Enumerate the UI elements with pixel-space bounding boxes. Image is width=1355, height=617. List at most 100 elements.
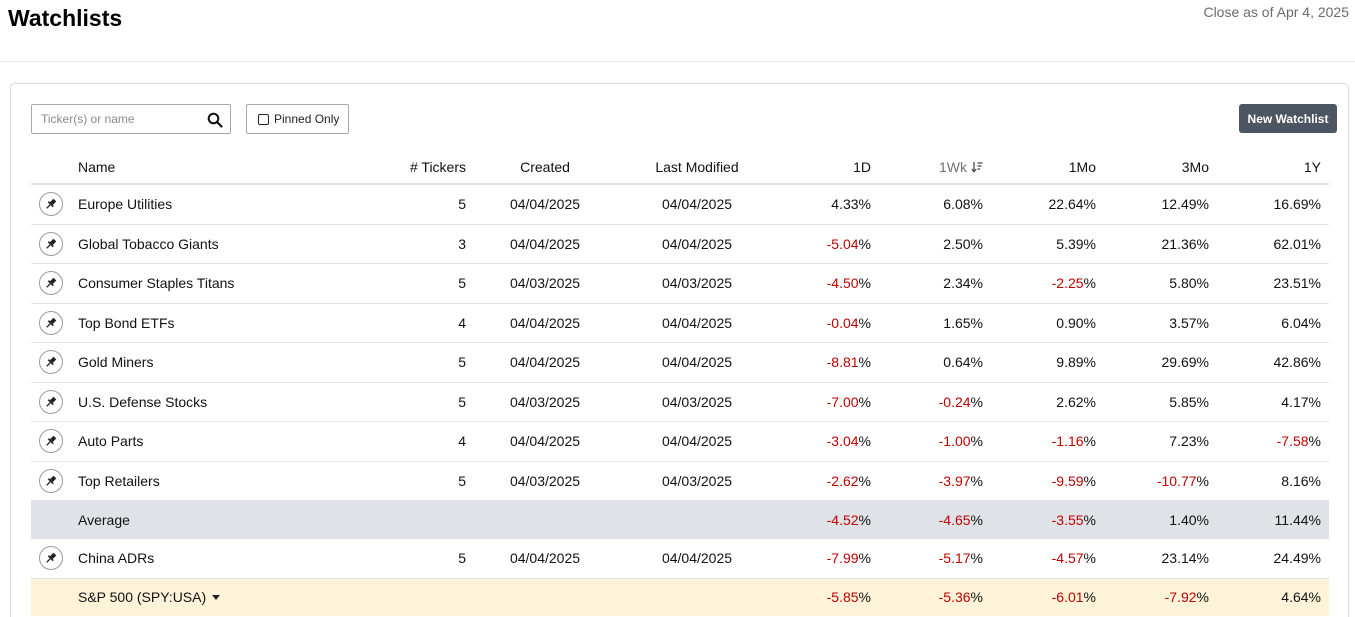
return-3mo-value: -10.77 (1156, 472, 1197, 489)
return-1mo-percent-sign: % (1083, 354, 1096, 371)
return-1y-value: 6.04 (1281, 314, 1309, 331)
sort-descending-icon (971, 161, 983, 173)
search-input[interactable] (32, 105, 202, 133)
pin-button[interactable] (39, 310, 63, 335)
return-1d-percent-sign: % (858, 393, 871, 410)
pin-button[interactable] (39, 350, 63, 375)
return-3mo-value: 5.80 (1169, 275, 1197, 292)
return-3mo-percent-sign: % (1196, 511, 1209, 528)
return-1wk: 2.34% (903, 264, 983, 303)
column-header-1wk-label: 1Wk (939, 158, 967, 175)
watchlist-name[interactable]: Top Bond ETFs (78, 304, 338, 343)
return-1y: 6.04% (1241, 304, 1321, 343)
watchlist-name[interactable]: Auto Parts (78, 422, 338, 461)
watchlists-card: Pinned Only New Watchlist Name # Tickers… (10, 83, 1349, 617)
column-header-1mo[interactable]: 1Mo (1016, 150, 1096, 183)
watchlist-name[interactable]: Global Tobacco Giants (78, 225, 338, 264)
column-header-tickers[interactable]: # Tickers (331, 150, 466, 183)
return-1wk: -5.36% (903, 579, 983, 616)
new-watchlist-button[interactable]: New Watchlist (1239, 104, 1337, 133)
return-1wk-percent-sign: % (970, 354, 983, 371)
return-1wk: -0.24% (903, 383, 983, 422)
table-row[interactable]: Consumer Staples Titans 5 04/03/2025 04/03/… (31, 264, 1329, 304)
pin-button[interactable] (39, 546, 63, 571)
last-modified-date: 04/04/2025 (661, 314, 733, 331)
watchlist-name[interactable]: Consumer Staples Titans (78, 264, 338, 303)
return-3mo-percent-sign: % (1196, 275, 1209, 292)
table-row[interactable]: Top Retailers 5 04/03/2025 04/03/2025 -2.62%… (31, 462, 1329, 501)
watchlists-table: Name # Tickers Created Last Modified 1D … (31, 150, 1329, 616)
return-1y: 11.44% (1241, 501, 1321, 538)
column-header-1d[interactable]: 1D (791, 150, 871, 183)
return-1wk: 6.08% (903, 185, 983, 224)
pin-cell (37, 343, 65, 382)
return-1d-value: -2.62 (826, 472, 859, 489)
return-1mo-value: -9.59 (1051, 472, 1084, 489)
watchlist-name[interactable]: Europe Utilities (78, 185, 338, 224)
watchlist-name[interactable]: U.S. Defense Stocks (78, 383, 338, 422)
pinned-only-toggle[interactable]: Pinned Only (246, 104, 349, 134)
watchlist-name[interactable]: Top Retailers (78, 462, 338, 501)
pin-cell (37, 383, 65, 422)
column-header-name[interactable]: Name (78, 150, 338, 183)
pin-button[interactable] (39, 389, 63, 414)
search-icon[interactable] (207, 112, 223, 128)
return-1wk-percent-sign: % (970, 235, 983, 252)
page-title: Watchlists (8, 5, 123, 31)
watchlist-name[interactable]: Gold Miners (78, 343, 338, 382)
column-header-created[interactable]: Created (491, 150, 599, 183)
return-1wk-value: -5.17 (938, 550, 971, 567)
page-header: Watchlists Close as of Apr 4, 2025 (0, 0, 1355, 62)
table-row[interactable]: Top Bond ETFs 4 04/04/2025 04/04/2025 -0.04%… (31, 304, 1329, 343)
return-1y-percent-sign: % (1308, 235, 1321, 252)
column-header-1wk[interactable]: 1Wk (903, 150, 983, 183)
pin-icon (46, 552, 57, 563)
pin-button[interactable] (39, 271, 63, 296)
table-row[interactable]: Gold Miners 5 04/04/2025 04/04/2025 -8.81% 0.… (31, 343, 1329, 383)
ticker-count: 4 (458, 314, 466, 331)
table-row[interactable]: Auto Parts 4 04/04/2025 04/04/2025 -3.04% -1.… (31, 422, 1329, 462)
return-1wk: -4.65% (903, 501, 983, 538)
pin-button[interactable] (39, 468, 63, 493)
table-row[interactable]: Europe Utilities 5 04/04/2025 04/04/2025 4.3… (31, 185, 1329, 225)
pin-button[interactable] (39, 429, 63, 454)
return-1d-value: -4.52 (826, 511, 859, 528)
return-1y-percent-sign: % (1308, 393, 1321, 410)
watchlist-name[interactable]: China ADRs (78, 539, 338, 578)
pin-button[interactable] (39, 231, 63, 256)
return-1y-value: 8.16 (1281, 472, 1309, 489)
table-row[interactable]: China ADRs 5 04/04/2025 04/04/2025 -7.99% -5.… (31, 539, 1329, 579)
pin-icon (46, 317, 57, 328)
return-1y: 8.16% (1241, 462, 1321, 501)
column-header-last-modified[interactable]: Last Modified (643, 150, 751, 183)
table-row[interactable]: Global Tobacco Giants 3 04/04/2025 04/04/20… (31, 225, 1329, 264)
return-3mo-percent-sign: % (1196, 589, 1209, 605)
return-1y-percent-sign: % (1308, 550, 1321, 567)
column-header-1y[interactable]: 1Y (1241, 150, 1321, 183)
return-1d-percent-sign: % (858, 275, 871, 292)
return-1y-percent-sign: % (1308, 314, 1321, 331)
pinned-only-checkbox[interactable] (258, 113, 269, 125)
last-modified-date: 04/04/2025 (661, 354, 733, 371)
return-1mo-value: -1.16 (1051, 433, 1084, 450)
ticker-count: 5 (458, 550, 466, 567)
return-1mo-percent-sign: % (1083, 472, 1096, 489)
chevron-down-icon[interactable] (212, 595, 221, 600)
return-1d-percent-sign: % (858, 196, 871, 213)
return-3mo-value: 29.69 (1161, 354, 1197, 371)
pin-button[interactable] (39, 192, 63, 217)
return-1d: -5.85% (791, 579, 871, 616)
return-1wk-percent-sign: % (970, 472, 983, 489)
average-row-label: Average (78, 511, 130, 528)
return-3mo: 5.85% (1129, 383, 1209, 422)
search-box[interactable] (31, 104, 231, 134)
table-row[interactable]: U.S. Defense Stocks 5 04/03/2025 04/03/2025… (31, 383, 1329, 422)
return-1y: 16.69% (1241, 185, 1322, 224)
column-header-3mo[interactable]: 3Mo (1129, 150, 1209, 183)
return-1mo: -3.55% (1016, 501, 1096, 538)
return-3mo: 12.49% (1129, 185, 1210, 224)
return-1mo-percent-sign: % (1083, 235, 1096, 252)
return-3mo: 3.57% (1129, 304, 1209, 343)
benchmark-row[interactable]: S&P 500 (SPY:USA) -5.85% -5.36% -6.01% -7.92… (31, 578, 1329, 616)
return-1d-value: -5.04 (826, 235, 859, 252)
